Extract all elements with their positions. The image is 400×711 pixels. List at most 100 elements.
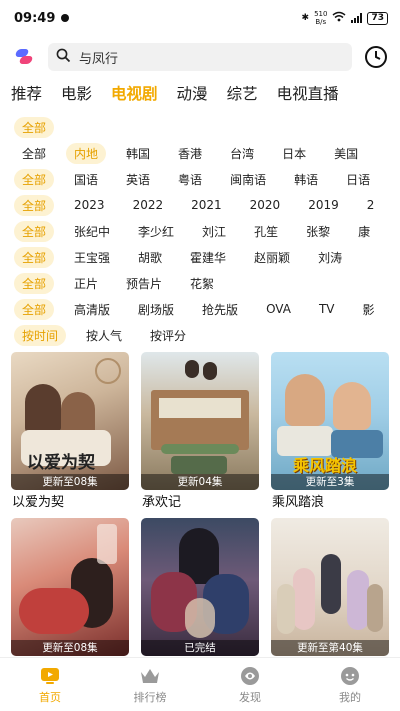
filter-chip[interactable]: 全部 xyxy=(14,246,55,268)
filter-chip[interactable]: 全部 xyxy=(14,194,55,216)
poster-title-art: 以爱为契 xyxy=(27,453,95,473)
filter-chip[interactable]: 正片 xyxy=(66,273,106,294)
poster-art xyxy=(141,518,259,656)
filter-chip[interactable]: 赵丽颖 xyxy=(246,247,298,268)
filter-chip[interactable]: TV xyxy=(311,300,343,318)
signal-icon xyxy=(351,13,363,23)
show-poster[interactable]: 更新04集 xyxy=(141,352,259,490)
show-poster[interactable]: 乘风踏浪 更新至3集 xyxy=(271,352,389,490)
poster-title-art: 乘风踏浪 xyxy=(293,456,358,475)
filter-chip[interactable]: 粤语 xyxy=(170,169,210,190)
filter-chip[interactable]: 刘江 xyxy=(194,221,234,242)
filter-chip[interactable]: 国语 xyxy=(66,169,106,190)
filter-chip[interactable]: 王宝强 xyxy=(66,247,118,268)
filter-chip[interactable]: 全部 xyxy=(14,272,55,294)
filter-chip[interactable]: 花絮 xyxy=(182,273,222,294)
filter-chip[interactable]: 全部 xyxy=(14,116,55,138)
filter-chip[interactable]: 内地 xyxy=(66,142,107,164)
filter-chip[interactable]: 刘涛 xyxy=(310,247,350,268)
tab-5[interactable]: 电视直播 xyxy=(277,82,339,104)
filter-chip[interactable]: 李少红 xyxy=(130,221,182,242)
nav-profile-label: 我的 xyxy=(339,690,361,704)
filter-chip[interactable]: 张黎 xyxy=(298,221,338,242)
poster-art xyxy=(11,518,129,656)
filter-row: 全部 xyxy=(0,114,400,140)
show-poster[interactable]: 已完结 xyxy=(141,518,259,656)
nav-ranking[interactable]: 排行榜 xyxy=(100,658,200,711)
show-poster[interactable]: 更新至08集 xyxy=(11,518,129,656)
filter-chip[interactable]: 预告片 xyxy=(118,273,170,294)
search-query: 与凤行 xyxy=(79,51,119,67)
show-card[interactable]: 乘风踏浪 更新至3集 乘风踏浪 xyxy=(271,352,389,518)
show-card[interactable]: 以爱为契 更新至08集 以爱为契 xyxy=(11,352,129,518)
filter-chip[interactable]: 韩语 xyxy=(286,169,326,190)
filter-row: 按时间 按人气 按评分 xyxy=(0,322,400,348)
filter-chip[interactable]: OVA xyxy=(258,300,299,318)
filter-chip[interactable]: 2020 xyxy=(242,196,289,214)
filter-chip[interactable]: 剧场版 xyxy=(130,299,182,320)
filter-chip[interactable]: 影 xyxy=(355,299,383,320)
net-speed: 510 B/s xyxy=(314,10,327,26)
filter-chip[interactable]: 全部 xyxy=(14,143,54,164)
show-title[interactable]: 以爱为契 xyxy=(11,490,129,518)
nav-home[interactable]: 首页 xyxy=(0,658,100,711)
filter-row: 全部 内地 韩国 香港 台湾 日本 美国 xyxy=(0,140,400,166)
filter-chip[interactable]: 抢先版 xyxy=(194,299,246,320)
filter-chip[interactable]: 全部 xyxy=(14,168,55,190)
show-poster[interactable]: 以爱为契 更新至08集 xyxy=(11,352,129,490)
filter-chip[interactable]: 霍建华 xyxy=(182,247,234,268)
nav-discover-label: 发现 xyxy=(239,690,261,704)
net-speed-value: 510 xyxy=(314,10,328,18)
filter-chip[interactable]: 香港 xyxy=(170,143,210,164)
filter-chip[interactable]: 2022 xyxy=(125,196,172,214)
filter-chip[interactable]: 康 xyxy=(350,221,378,242)
nav-discover[interactable]: 发现 xyxy=(200,658,300,711)
show-title[interactable]: 承欢记 xyxy=(141,490,259,518)
search-input[interactable]: 与凤行 xyxy=(48,43,352,71)
filter-chip[interactable]: 按评分 xyxy=(142,325,194,346)
filter-chip[interactable]: 高清版 xyxy=(66,299,118,320)
bottom-nav: 首页 排行榜 发现 我的 xyxy=(0,657,400,711)
filter-chip[interactable]: 全部 xyxy=(14,298,55,320)
filter-chip[interactable]: 2 xyxy=(359,196,383,214)
filter-chip[interactable]: 美国 xyxy=(326,143,366,164)
filter-chip[interactable]: 胡歌 xyxy=(130,247,170,268)
filter-row: 全部 高清版 剧场版 抢先版 OVA TV 影 xyxy=(0,296,400,322)
filter-chip[interactable]: 日本 xyxy=(274,143,314,164)
app-logo xyxy=(14,47,38,67)
tab-4[interactable]: 综艺 xyxy=(227,82,258,104)
discover-icon xyxy=(239,665,261,687)
poster-art xyxy=(141,352,259,490)
show-card[interactable]: 更新04集 承欢记 xyxy=(141,352,259,518)
battery-level: 73 xyxy=(367,11,388,25)
filter-chip[interactable]: 日语 xyxy=(338,169,378,190)
filter-chip[interactable]: 张纪中 xyxy=(66,221,118,242)
filter-chip[interactable]: 按时间 xyxy=(14,324,67,346)
filter-chip[interactable]: 全部 xyxy=(14,220,55,242)
filter-chip[interactable]: 孔笙 xyxy=(246,221,286,242)
filter-chip[interactable]: 台湾 xyxy=(222,143,262,164)
nav-profile[interactable]: 我的 xyxy=(300,658,400,711)
show-poster[interactable]: 更新至第40集 xyxy=(271,518,389,656)
filter-chip[interactable]: 2019 xyxy=(300,196,347,214)
status-time: 09:49 xyxy=(14,10,56,26)
show-title[interactable]: 乘风踏浪 xyxy=(271,490,389,518)
tab-0[interactable]: 推荐 xyxy=(11,82,42,104)
filter-chip[interactable]: 2021 xyxy=(183,196,230,214)
episode-caption: 更新至08集 xyxy=(11,474,129,490)
tab-3[interactable]: 动漫 xyxy=(177,82,208,104)
bluetooth-icon: ✱ xyxy=(301,13,310,23)
search-row: 与凤行 xyxy=(0,36,400,78)
tab-2[interactable]: 电视剧 xyxy=(111,82,158,104)
tab-1[interactable]: 电影 xyxy=(61,82,92,104)
filter-row: 全部 张纪中 李少红 刘江 孔笙 张黎康 xyxy=(0,218,400,244)
filter-panel: 全部 全部 内地 韩国 香港 台湾 日本 美国 全部 国语 英语 粤语 闽南语 韩语 日语 全部 2023 202… xyxy=(0,108,400,348)
search-icon xyxy=(56,48,71,67)
filter-chip[interactable]: 2023 xyxy=(66,196,113,214)
filter-chip[interactable]: 闽南语 xyxy=(222,169,274,190)
filter-chip[interactable]: 韩国 xyxy=(118,143,158,164)
history-button[interactable] xyxy=(362,43,390,71)
episode-caption: 更新至第40集 xyxy=(271,640,389,656)
filter-chip[interactable]: 按人气 xyxy=(78,325,130,346)
filter-chip[interactable]: 英语 xyxy=(118,169,158,190)
